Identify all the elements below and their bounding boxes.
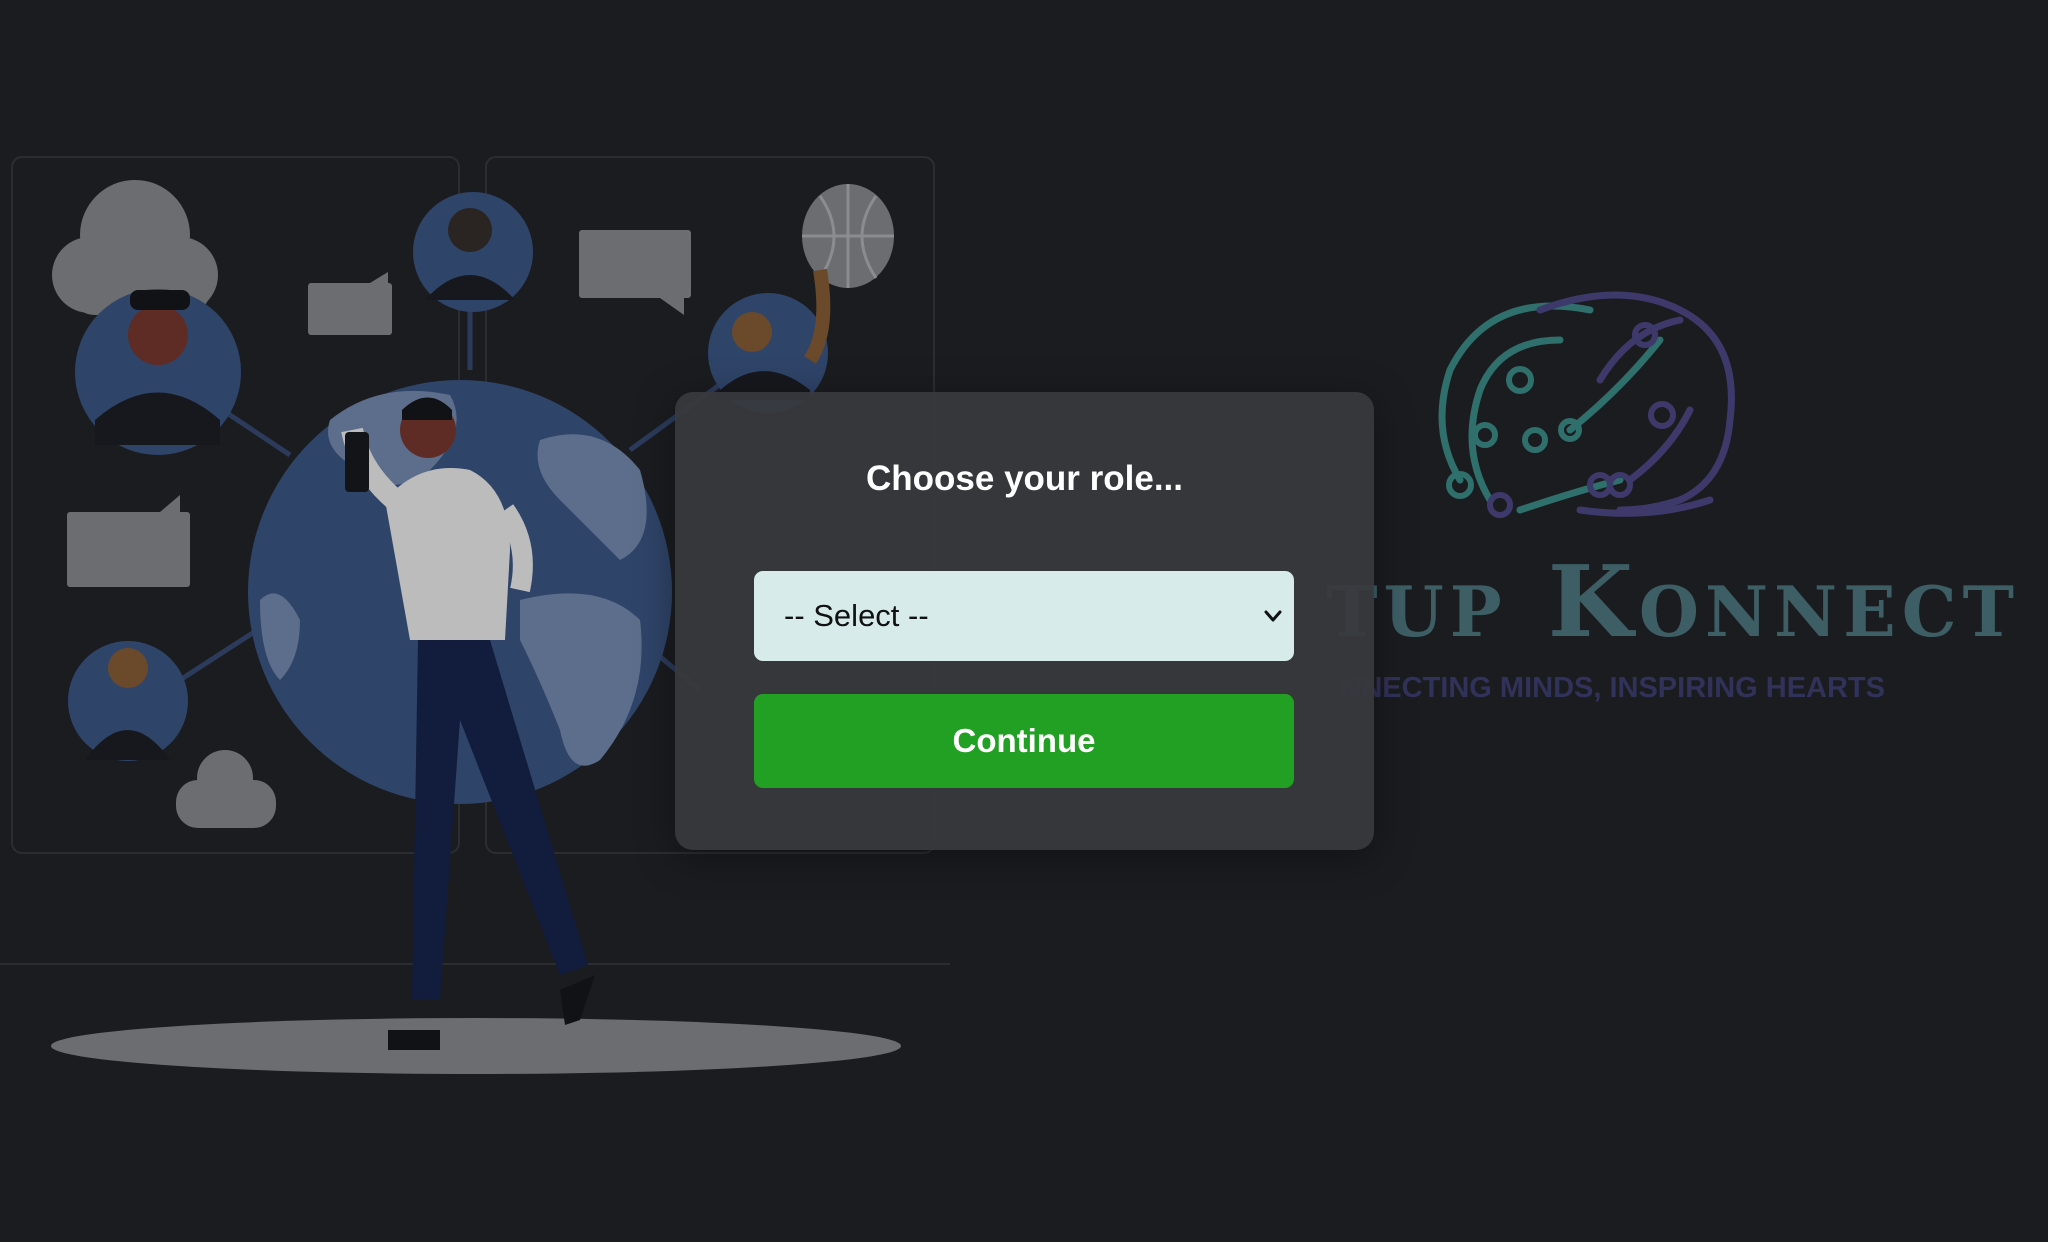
role-select-value: -- Select -- bbox=[784, 598, 929, 633]
brain-circuit-icon bbox=[1438, 291, 1735, 518]
modal-title: Choose your role... bbox=[866, 459, 1183, 498]
page-root: tup Konnect NNECTING MINDS, INSPIRING HE… bbox=[0, 0, 2048, 1242]
brand-tagline: NNECTING MINDS, INSPIRING HEARTS bbox=[1340, 672, 1885, 704]
brand-name: tup Konnect bbox=[1326, 548, 2020, 658]
continue-button[interactable]: Continue bbox=[754, 694, 1294, 788]
chevron-down-icon bbox=[1264, 610, 1282, 622]
role-modal: Choose your role... -- Select -- Continu… bbox=[675, 392, 1374, 850]
role-select[interactable]: -- Select -- bbox=[754, 571, 1294, 661]
